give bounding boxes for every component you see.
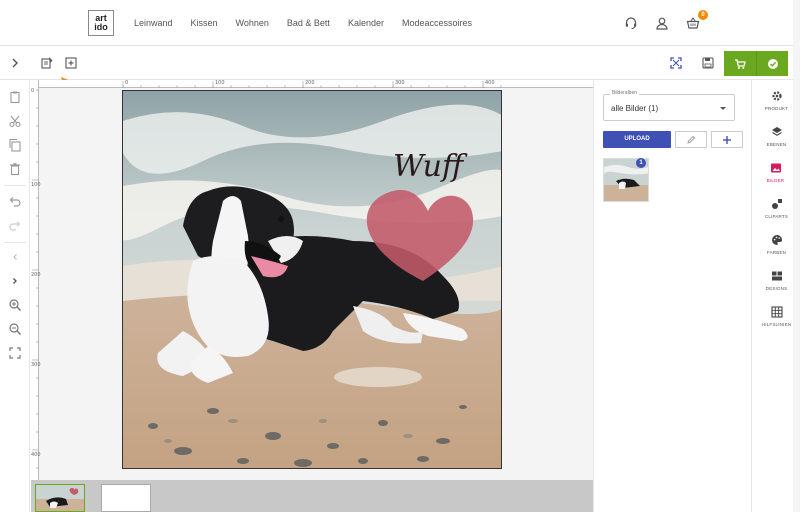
- nav-leinwand[interactable]: Leinwand: [134, 18, 173, 28]
- new-design-icon[interactable]: [40, 56, 54, 70]
- sidebar-item-label: FARBEN: [766, 250, 787, 255]
- image-icon: [770, 163, 781, 173]
- cart-count-badge: 0: [698, 10, 708, 20]
- layers-icon: [771, 127, 782, 136]
- sidebar-item-label: BILDER: [766, 178, 785, 183]
- redo-icon[interactable]: [8, 218, 22, 232]
- album-select-value: alle Bilder (1): [611, 104, 659, 113]
- artido-logo[interactable]: art ido: [88, 10, 114, 36]
- cart-icon: [735, 58, 746, 69]
- thumbnail-count-badge: 1: [636, 158, 646, 168]
- save-icon[interactable]: [701, 56, 715, 70]
- sidebar-item-label: HILFSLINIEN: [761, 322, 792, 327]
- add-image-button[interactable]: [711, 131, 743, 148]
- nav-bad-bett[interactable]: Bad & Bett: [287, 18, 330, 28]
- nav-kissen[interactable]: Kissen: [191, 18, 218, 28]
- plus-icon: [723, 135, 731, 144]
- cliparts-icon: [771, 199, 782, 209]
- fit-screen-icon[interactable]: [8, 346, 22, 360]
- page-thumb-1[interactable]: [35, 484, 85, 512]
- chevron-right-small-icon[interactable]: [8, 274, 22, 288]
- user-icon[interactable]: [655, 16, 669, 30]
- dog-beach-photo: Wuff: [123, 91, 501, 468]
- page-thumb-2[interactable]: [101, 484, 151, 512]
- chevron-left-icon[interactable]: [8, 250, 22, 264]
- ruler-left-ticks: [32, 89, 39, 469]
- sidebar-item-label: EBENEN: [766, 142, 787, 147]
- fullscreen-icon[interactable]: [669, 56, 683, 70]
- design-photo[interactable]: Wuff: [122, 90, 502, 469]
- undo-icon[interactable]: [8, 194, 22, 208]
- zoom-in-icon[interactable]: [8, 298, 22, 312]
- separator: [4, 185, 26, 186]
- ruler-left: 0 100 200 300 400: [31, 80, 41, 480]
- zoom-out-icon[interactable]: [8, 322, 22, 336]
- edit-button[interactable]: [675, 131, 707, 148]
- confirm-button[interactable]: [756, 51, 788, 76]
- page-scrollbar[interactable]: [793, 0, 800, 512]
- page-thumbnails-strip: [31, 480, 593, 512]
- left-toolbar: [0, 80, 30, 512]
- images-panel: Bilderalben alle Bilder (1) UPLOAD: [593, 80, 751, 512]
- nav-modeaccessoires[interactable]: Modeaccessoires: [402, 18, 472, 28]
- trash-icon[interactable]: [8, 162, 22, 176]
- main-nav: Leinwand Kissen Wohnen Bad & Bett Kalend…: [134, 0, 490, 46]
- sidebar-item-label: DESIGNS: [765, 286, 788, 291]
- ruler-top: 0 100 200 300 400: [31, 80, 593, 88]
- page-thumb-preview: [36, 485, 84, 511]
- clipboard-icon[interactable]: [8, 90, 22, 104]
- check-circle-icon: [767, 58, 778, 69]
- album-select[interactable]: Bilderalben alle Bilder (1): [603, 90, 735, 121]
- basket-icon[interactable]: [686, 16, 700, 30]
- album-select-label: Bilderalben: [610, 90, 640, 96]
- grid-icon: [770, 306, 783, 318]
- gear-icon: [771, 91, 782, 101]
- add-to-cart-button[interactable]: [724, 51, 756, 76]
- nav-kalender[interactable]: Kalender: [348, 18, 384, 28]
- heart-text: Wuff: [393, 149, 468, 184]
- palette-icon: [771, 235, 782, 245]
- designs-icon: [771, 271, 782, 281]
- separator: [4, 242, 26, 243]
- top-header: art ido Leinwand Kissen Wohnen Bad & Bet…: [0, 0, 800, 46]
- sidebar-item-label: CLIPARTS: [764, 214, 789, 219]
- add-page-icon[interactable]: [64, 56, 78, 70]
- scissors-icon[interactable]: [8, 114, 22, 128]
- upload-button[interactable]: UPLOAD: [603, 131, 671, 148]
- sidebar-item-label: PRODUKT: [764, 106, 789, 111]
- chevron-right-icon[interactable]: [8, 56, 22, 70]
- caret-down-icon: [720, 107, 726, 110]
- nav-wohnen[interactable]: Wohnen: [236, 18, 269, 28]
- copy-icon[interactable]: [8, 138, 22, 152]
- headset-icon[interactable]: [624, 16, 638, 30]
- editor-toolbar: [0, 46, 800, 80]
- pencil-icon: [687, 135, 696, 144]
